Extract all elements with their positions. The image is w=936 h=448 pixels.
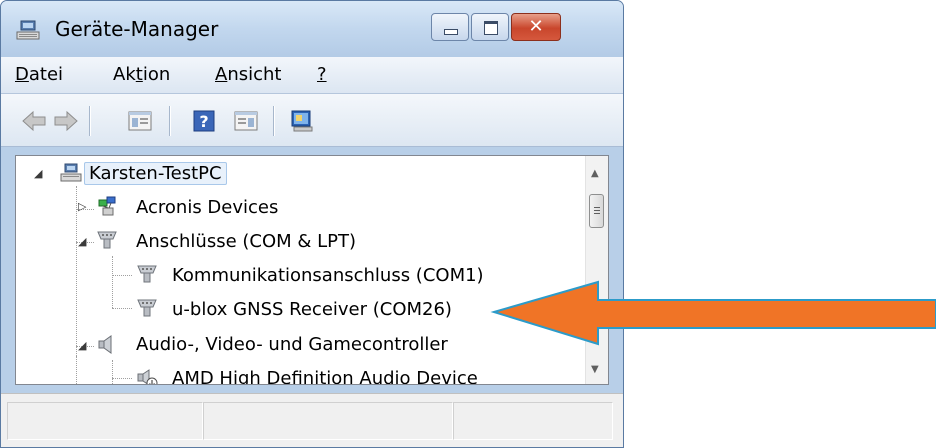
menu-bar: Datei Aktion Ansicht ?	[1, 57, 623, 94]
root-expander[interactable]: ◢	[34, 167, 42, 180]
help-icon[interactable]: ?	[191, 108, 217, 134]
tree-connector	[112, 256, 113, 308]
maximize-icon	[484, 21, 498, 35]
maximize-button[interactable]	[471, 13, 509, 41]
back-arrow-icon[interactable]	[21, 108, 47, 134]
port-connector-icon	[97, 231, 117, 249]
port-connector-icon	[137, 299, 157, 317]
scrollbar-thumb[interactable]	[589, 194, 604, 228]
status-pane	[7, 402, 203, 440]
tree-item-ports[interactable]: Anschlüsse (COM & LPT)	[132, 225, 360, 259]
tree-connector	[112, 360, 113, 384]
status-pane	[453, 402, 613, 440]
close-button[interactable]: ✕	[511, 13, 561, 41]
tree-item-amd-audio[interactable]: AMD High Definition Audio Device	[168, 362, 482, 385]
toolbar-separator	[169, 106, 171, 136]
computer-icon	[60, 163, 82, 182]
tree-connector	[76, 356, 77, 384]
grip-line	[594, 213, 600, 214]
tree-item-label: Audio-, Video- und Gamecontroller	[136, 334, 448, 355]
device-manager-computer-icon	[16, 20, 40, 40]
menu-ansicht[interactable]: Ansicht	[215, 64, 281, 85]
show-hide-console-tree-icon[interactable]	[127, 108, 153, 134]
grip-line	[594, 207, 600, 208]
network-device-icon	[98, 196, 116, 216]
menu-datei[interactable]: Datei	[15, 64, 63, 85]
tree-item-label: Anschlüsse (COM & LPT)	[136, 231, 357, 252]
minimize-button[interactable]	[431, 13, 469, 41]
toolbar: ?	[1, 94, 623, 147]
tree-item-label: Acronis Devices	[136, 197, 279, 218]
properties-monitor-icon[interactable]	[289, 108, 315, 134]
status-pane	[203, 402, 453, 440]
speaker-icon	[98, 335, 112, 354]
svg-text:?: ?	[199, 112, 208, 131]
menu-aktion-text-rest: ion	[142, 64, 171, 85]
orange-arrow-shape	[490, 280, 936, 346]
tree-item-label: AMD High Definition Audio Device	[172, 368, 478, 385]
tree-item-audio[interactable]: Audio-, Video- und Gamecontroller	[132, 328, 452, 362]
tree-connector	[112, 308, 132, 309]
annotation-arrow	[490, 280, 936, 346]
close-icon: ✕	[528, 16, 544, 37]
action-pane-icon[interactable]	[233, 108, 259, 134]
minimize-icon	[444, 29, 458, 35]
menu-ansicht-mnemonic: A	[215, 64, 228, 85]
toolbar-separator	[273, 106, 275, 136]
port-connector-icon	[137, 265, 157, 283]
ports-expander[interactable]: ◢	[78, 235, 86, 248]
menu-aktion-mnemonic: t	[135, 64, 143, 85]
audio-device-icon	[137, 369, 158, 384]
menu-help-mnemonic: ?	[317, 64, 327, 85]
tree-connector	[76, 186, 77, 356]
menu-ansicht-text-rest: nsicht	[227, 64, 282, 85]
toolbar-separator	[89, 106, 91, 136]
menu-datei-text-rest: atei	[28, 64, 64, 85]
tree-connector	[112, 378, 132, 379]
tree-item-label: u-blox GNSS Receiver (COM26)	[172, 299, 452, 320]
tree-connector	[112, 275, 132, 276]
tree-item-com1[interactable]: Kommunikationsanschluss (COM1)	[168, 259, 488, 293]
grip-line	[594, 210, 600, 211]
forward-arrow-icon[interactable]	[53, 108, 79, 134]
menu-aktion[interactable]: Aktion	[113, 64, 170, 85]
device-manager-window: Geräte-Manager ✕ Datei Aktion Ansicht ?	[0, 0, 624, 448]
window-title: Geräte-Manager	[55, 17, 219, 41]
tree-item-label: Kommunikationsanschluss (COM1)	[172, 265, 484, 286]
title-bar[interactable]: Geräte-Manager ✕	[1, 1, 623, 57]
tree-root-node[interactable]: Karsten-TestPC	[84, 157, 227, 191]
acronis-expander[interactable]: ▷	[78, 200, 86, 213]
scroll-down-icon[interactable]: ▼	[591, 364, 599, 375]
menu-aktion-text: Ak	[113, 64, 136, 85]
tree-item-ublox-com26[interactable]: u-blox GNSS Receiver (COM26)	[168, 293, 456, 327]
status-bar	[1, 393, 623, 447]
audio-expander[interactable]: ◢	[78, 339, 86, 352]
menu-help[interactable]: ?	[317, 64, 327, 85]
scroll-up-icon[interactable]: ▲	[591, 168, 599, 179]
tree-root-label: Karsten-TestPC	[84, 162, 227, 185]
menu-datei-mnemonic: D	[15, 64, 29, 85]
tree-item-acronis-devices[interactable]: Acronis Devices	[132, 191, 282, 225]
